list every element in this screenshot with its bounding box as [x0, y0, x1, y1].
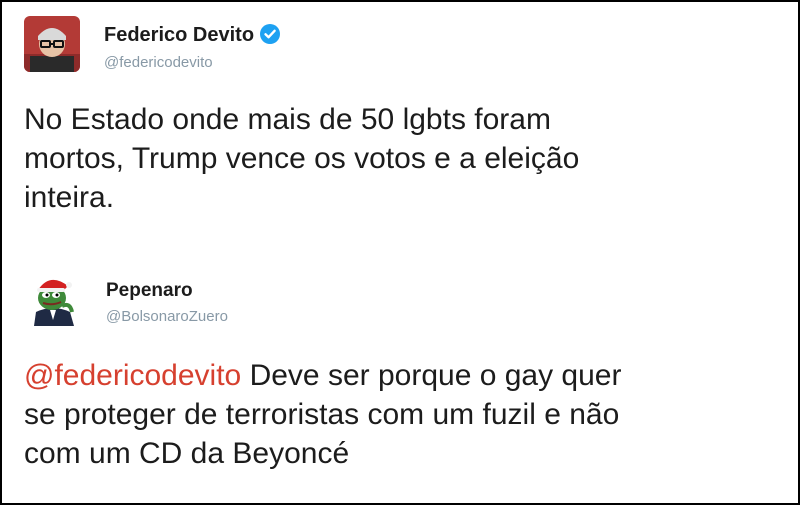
- screenshot-frame: Federico Devito @federicodevito No Estad…: [0, 0, 800, 505]
- verified-badge-icon: [260, 24, 281, 44]
- avatar-photo-icon[interactable]: [24, 16, 80, 72]
- author-handle[interactable]: @BolsonaroZuero: [106, 308, 228, 325]
- tweet-text: @federicodevito Deve ser porque o gay qu…: [24, 356, 764, 473]
- tweet-text: No Estado onde mais de 50 lgbts foram mo…: [24, 103, 580, 214]
- tweet-federico-devito: Federico Devito @federicodevito No Estad…: [2, 2, 798, 252]
- author-handle[interactable]: @federicodevito: [104, 54, 213, 71]
- pepe-frog-santa-hat-icon[interactable]: [24, 268, 82, 326]
- author-name[interactable]: Federico Devito: [104, 24, 281, 47]
- tweet-pepenaro: Pepenaro @BolsonaroZuero @federicodevito…: [2, 252, 798, 503]
- mention-link[interactable]: @federicodevito: [24, 359, 241, 392]
- author-name[interactable]: Pepenaro: [106, 280, 193, 302]
